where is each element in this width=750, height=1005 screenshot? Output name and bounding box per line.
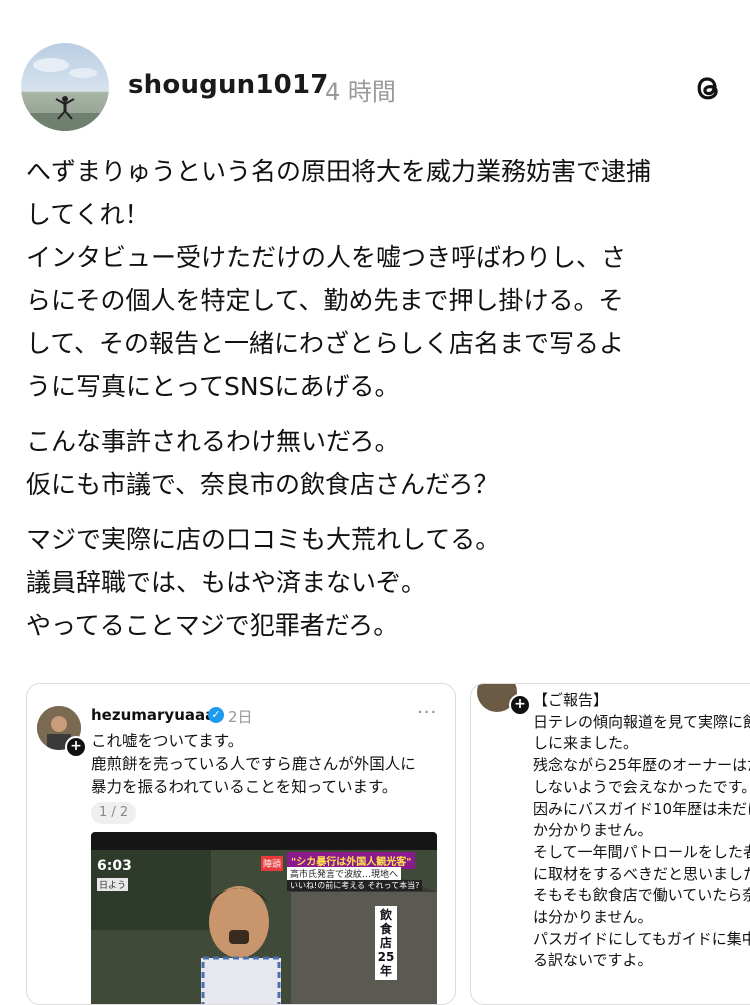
author-avatar[interactable]: [21, 43, 109, 131]
verified-badge-icon: ✓: [208, 707, 224, 723]
avatar-image: [21, 58, 109, 131]
embedded-line: 因みにバスガイド10年歴は未だに: [533, 799, 750, 818]
embedded-line: 鹿煎餅を売っている人ですら鹿さんが外国人に: [91, 755, 416, 773]
post-paragraph: へずまりゅうという名の原田将大を威力業務妨害で逮捕 してくれ！ インタビュー受け…: [26, 150, 726, 408]
tv-screenshot: 6:03 日よう 陣頭 "シカ暴行は外国人観光客" 高市氏発言で波紋…現地へ い…: [91, 832, 437, 1004]
more-options-icon: ···: [417, 702, 438, 723]
attached-image-2[interactable]: + 【ご報告】 日テレの傾向報道を見て実際に飲 しに来ました。 残念ながら25年…: [470, 683, 750, 1005]
post-paragraph: こんな事許されるわけ無いだろ。 仮にも市議で、奈良市の飲食店さんだろ？: [26, 420, 726, 506]
post-line: マジで実際に店の口コミも大荒れしてる。: [26, 525, 501, 554]
tv-tag: 日よう: [97, 878, 129, 891]
author-username[interactable]: shougun1017: [128, 70, 329, 100]
embedded-line: 残念ながら25年歴のオーナーはた: [533, 756, 750, 775]
embedded-line: る訳ないですよ。: [533, 951, 653, 970]
tv-caption: 陣頭 "シカ暴行は外国人観光客" 高市氏発言で波紋…現地へ いいね!の前に考える…: [261, 852, 423, 896]
embedded-post-text: これ嘘をついてます。 鹿煎餅を売っている人ですら鹿さんが外国人に 暴力を振るわれ…: [91, 730, 416, 799]
tv-side-sign: 飲食店25年: [375, 906, 397, 980]
tv-subline: 高市氏発言で波紋…現地へ: [287, 867, 402, 880]
post-line: やってることマジで犯罪者だろ。: [26, 611, 399, 640]
embedded-line: しないようで会えなかったです。: [533, 777, 750, 796]
post-line: 仮にも市議で、奈良市の飲食店さんだろ？: [26, 470, 499, 499]
embedded-timestamp: 2日: [228, 708, 253, 726]
embedded-line: これ嘘をついてます。: [91, 732, 244, 750]
post-line: らにその個人を特定して、勤め先まで押し掛ける。そ: [26, 286, 624, 315]
post-line: 議員辞職では、もはや済まないぞ。: [26, 568, 427, 597]
post-line: して、その報告と一緒にわざとらしく店名まで写るよ: [26, 329, 625, 358]
post-line: こんな事許されるわけ無いだろ。: [26, 427, 400, 456]
embedded-line: パスガイドにしてもガイドに集中: [533, 929, 750, 948]
threads-logo-icon[interactable]: [691, 70, 725, 106]
post-line: インタビュー受けただけの人を嘘つき呼ばわりし、さ: [26, 243, 627, 272]
embedded-line: 【ご報告】: [533, 691, 609, 709]
post-body: へずまりゅうという名の原田将大を威力業務妨害で逮捕 してくれ！ インタビュー受け…: [26, 150, 726, 659]
embedded-line: そもそも飲食店で働いていたら奈: [533, 886, 750, 905]
embedded-line: 暴力を振るわれていることを知っています。: [91, 778, 398, 796]
plus-icon: +: [509, 694, 531, 716]
embedded-post-text: 【ご報告】 日テレの傾向報道を見て実際に飲 しに来ました。 残念ながら25年歴の…: [533, 690, 750, 972]
embedded-line: しに来ました。: [533, 734, 639, 753]
plus-icon: +: [65, 736, 87, 758]
attached-image-1[interactable]: + hezumaryuaaa ✓ 2日 ··· これ嘘をついてます。 鹿煎餅を売…: [26, 683, 456, 1005]
post-line: してくれ！: [26, 200, 150, 229]
embedded-line: 日テレの傾向報道を見て実際に飲: [533, 712, 750, 731]
post-timestamp: 4 時間: [325, 78, 396, 106]
page-indicator: 1 / 2: [91, 802, 137, 824]
embedded-line: は分かりません。: [533, 908, 653, 927]
embedded-line: に取材をするべきだと思いました: [533, 864, 750, 883]
embedded-line: か分かりません。: [533, 821, 653, 840]
embedded-line: そして一年間パトロールをした者: [533, 842, 750, 861]
post-line: うに写真にとってSNSにあげる。: [26, 372, 400, 401]
tv-clock: 6:03: [97, 858, 132, 874]
tv-badge: 陣頭: [261, 856, 284, 871]
embedded-username: hezumaryuaaa: [91, 706, 216, 724]
tv-subline-2: いいね!の前に考える それって本当?: [287, 880, 423, 891]
post-paragraph: マジで実際に店の口コミも大荒れしてる。 議員辞職では、もはや済まないぞ。 やって…: [26, 518, 726, 647]
post-line: へずまりゅうという名の原田将大を威力業務妨害で逮捕: [26, 157, 652, 186]
